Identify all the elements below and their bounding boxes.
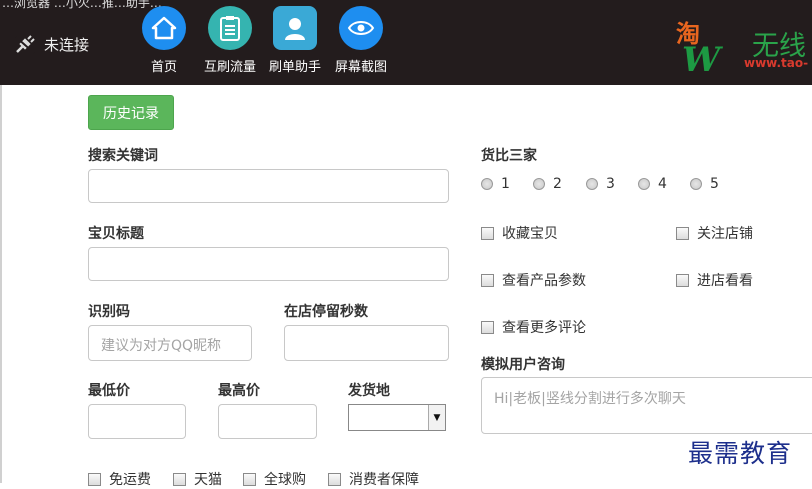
eye-icon xyxy=(339,6,383,50)
filter-consumer-protection-label: 消费者保障 xyxy=(349,472,419,488)
max-price-input[interactable] xyxy=(218,404,317,439)
compare-radio-3-label: 3 xyxy=(606,176,615,192)
compare-radio-4-label: 4 xyxy=(658,176,667,192)
connection-status: 未连接 xyxy=(14,33,89,55)
chat-placeholder: Hi|老板|竖线分割进行多次聊天 xyxy=(494,391,686,407)
compare-radio-2[interactable]: 2 xyxy=(533,176,562,192)
filter-consumer-protection-checkbox[interactable]: 消费者保障 xyxy=(328,469,419,489)
compare-radio-5-label: 5 xyxy=(710,176,719,192)
connection-status-label: 未连接 xyxy=(44,35,90,54)
code-input-placeholder: 建议为对方QQ昵称 xyxy=(101,338,222,354)
follow-shop-checkbox[interactable]: 关注店铺 xyxy=(676,223,753,243)
nav-traffic-button[interactable]: 互刷流量 xyxy=(200,6,260,75)
filter-global-checkbox[interactable]: 全球购 xyxy=(243,469,306,489)
filter-global-label: 全球购 xyxy=(264,472,306,488)
favorite-item-label: 收藏宝贝 xyxy=(502,226,558,242)
compare-radio-1-label: 1 xyxy=(501,176,510,192)
home-icon xyxy=(142,6,186,50)
stay-seconds-label: 在店停留秒数 xyxy=(284,304,368,320)
filter-tmall-checkbox[interactable]: 天猫 xyxy=(173,469,222,489)
chat-label: 模拟用户咨询 xyxy=(481,357,565,373)
filter-free-shipping-checkbox[interactable]: 免运费 xyxy=(88,469,151,489)
keyword-input[interactable] xyxy=(88,169,449,203)
left-border xyxy=(0,85,2,483)
top-toolbar: …浏览器 …小火…推…助手… 未连接 首页 互刷流量 刷单助手 屏幕截图 淘 W… xyxy=(0,0,812,85)
compare-radio-3[interactable]: 3 xyxy=(586,176,615,192)
nav-home-button[interactable]: 首页 xyxy=(134,6,194,75)
view-params-checkbox[interactable]: 查看产品参数 xyxy=(481,270,586,290)
compare-radio-1[interactable]: 1 xyxy=(481,176,510,192)
checkbox-box xyxy=(481,273,494,287)
nav-traffic-label: 互刷流量 xyxy=(203,60,256,75)
plug-disconnected-icon xyxy=(15,35,35,54)
history-button[interactable]: 历史记录 xyxy=(88,95,174,130)
min-price-input[interactable] xyxy=(88,404,186,439)
checkbox-box xyxy=(328,472,341,486)
visit-shop-label: 进店看看 xyxy=(697,273,753,289)
favorite-item-checkbox[interactable]: 收藏宝贝 xyxy=(481,223,558,243)
max-price-label: 最高价 xyxy=(218,383,260,399)
checkbox-box xyxy=(173,472,186,486)
compare-radio-5[interactable]: 5 xyxy=(690,176,719,192)
code-label: 识别码 xyxy=(88,304,130,320)
code-input[interactable]: 建议为对方QQ昵称 xyxy=(88,325,252,361)
ship-from-select[interactable]: ▼ xyxy=(348,404,446,431)
checkbox-box xyxy=(676,226,689,240)
more-reviews-checkbox[interactable]: 查看更多评论 xyxy=(481,317,586,337)
keyword-label: 搜索关键词 xyxy=(88,148,158,164)
title-label: 宝贝标题 xyxy=(88,226,144,242)
checkbox-box xyxy=(481,320,494,334)
more-reviews-label: 查看更多评论 xyxy=(502,320,586,336)
ship-from-label: 发货地 xyxy=(348,383,390,399)
compare-label: 货比三家 xyxy=(481,148,537,164)
radio-circle xyxy=(586,178,598,190)
radio-circle xyxy=(638,178,650,190)
title-input[interactable] xyxy=(88,247,449,281)
compare-radio-4[interactable]: 4 xyxy=(638,176,667,192)
checkbox-box xyxy=(243,472,256,486)
watermark: 最需教育 xyxy=(688,439,793,468)
radio-circle xyxy=(533,178,545,190)
view-params-label: 查看产品参数 xyxy=(502,273,586,289)
brand-logo: 淘 W 无线 www.tao- xyxy=(676,20,809,80)
follow-shop-label: 关注店铺 xyxy=(697,226,753,242)
user-icon xyxy=(273,6,317,50)
checkbox-box xyxy=(481,226,494,240)
min-price-label: 最低价 xyxy=(88,383,130,399)
clipboard-icon xyxy=(208,6,252,50)
nav-home-label: 首页 xyxy=(150,60,177,75)
nav-screenshot-label: 屏幕截图 xyxy=(334,60,387,75)
nav-screenshot-button[interactable]: 屏幕截图 xyxy=(331,6,391,75)
checkbox-box xyxy=(88,472,101,486)
nav-order-assistant-button[interactable]: 刷单助手 xyxy=(265,6,325,75)
chat-textarea[interactable]: Hi|老板|竖线分割进行多次聊天 xyxy=(481,377,812,434)
filter-tmall-label: 天猫 xyxy=(194,472,222,488)
radio-circle xyxy=(690,178,702,190)
radio-circle xyxy=(481,178,493,190)
chevron-down-icon: ▼ xyxy=(428,405,445,430)
stay-seconds-input[interactable] xyxy=(284,325,449,361)
nav-order-assistant-label: 刷单助手 xyxy=(268,60,321,75)
compare-radio-2-label: 2 xyxy=(553,176,562,192)
visit-shop-checkbox[interactable]: 进店看看 xyxy=(676,270,753,290)
filter-free-shipping-label: 免运费 xyxy=(109,472,151,488)
checkbox-box xyxy=(676,273,689,287)
